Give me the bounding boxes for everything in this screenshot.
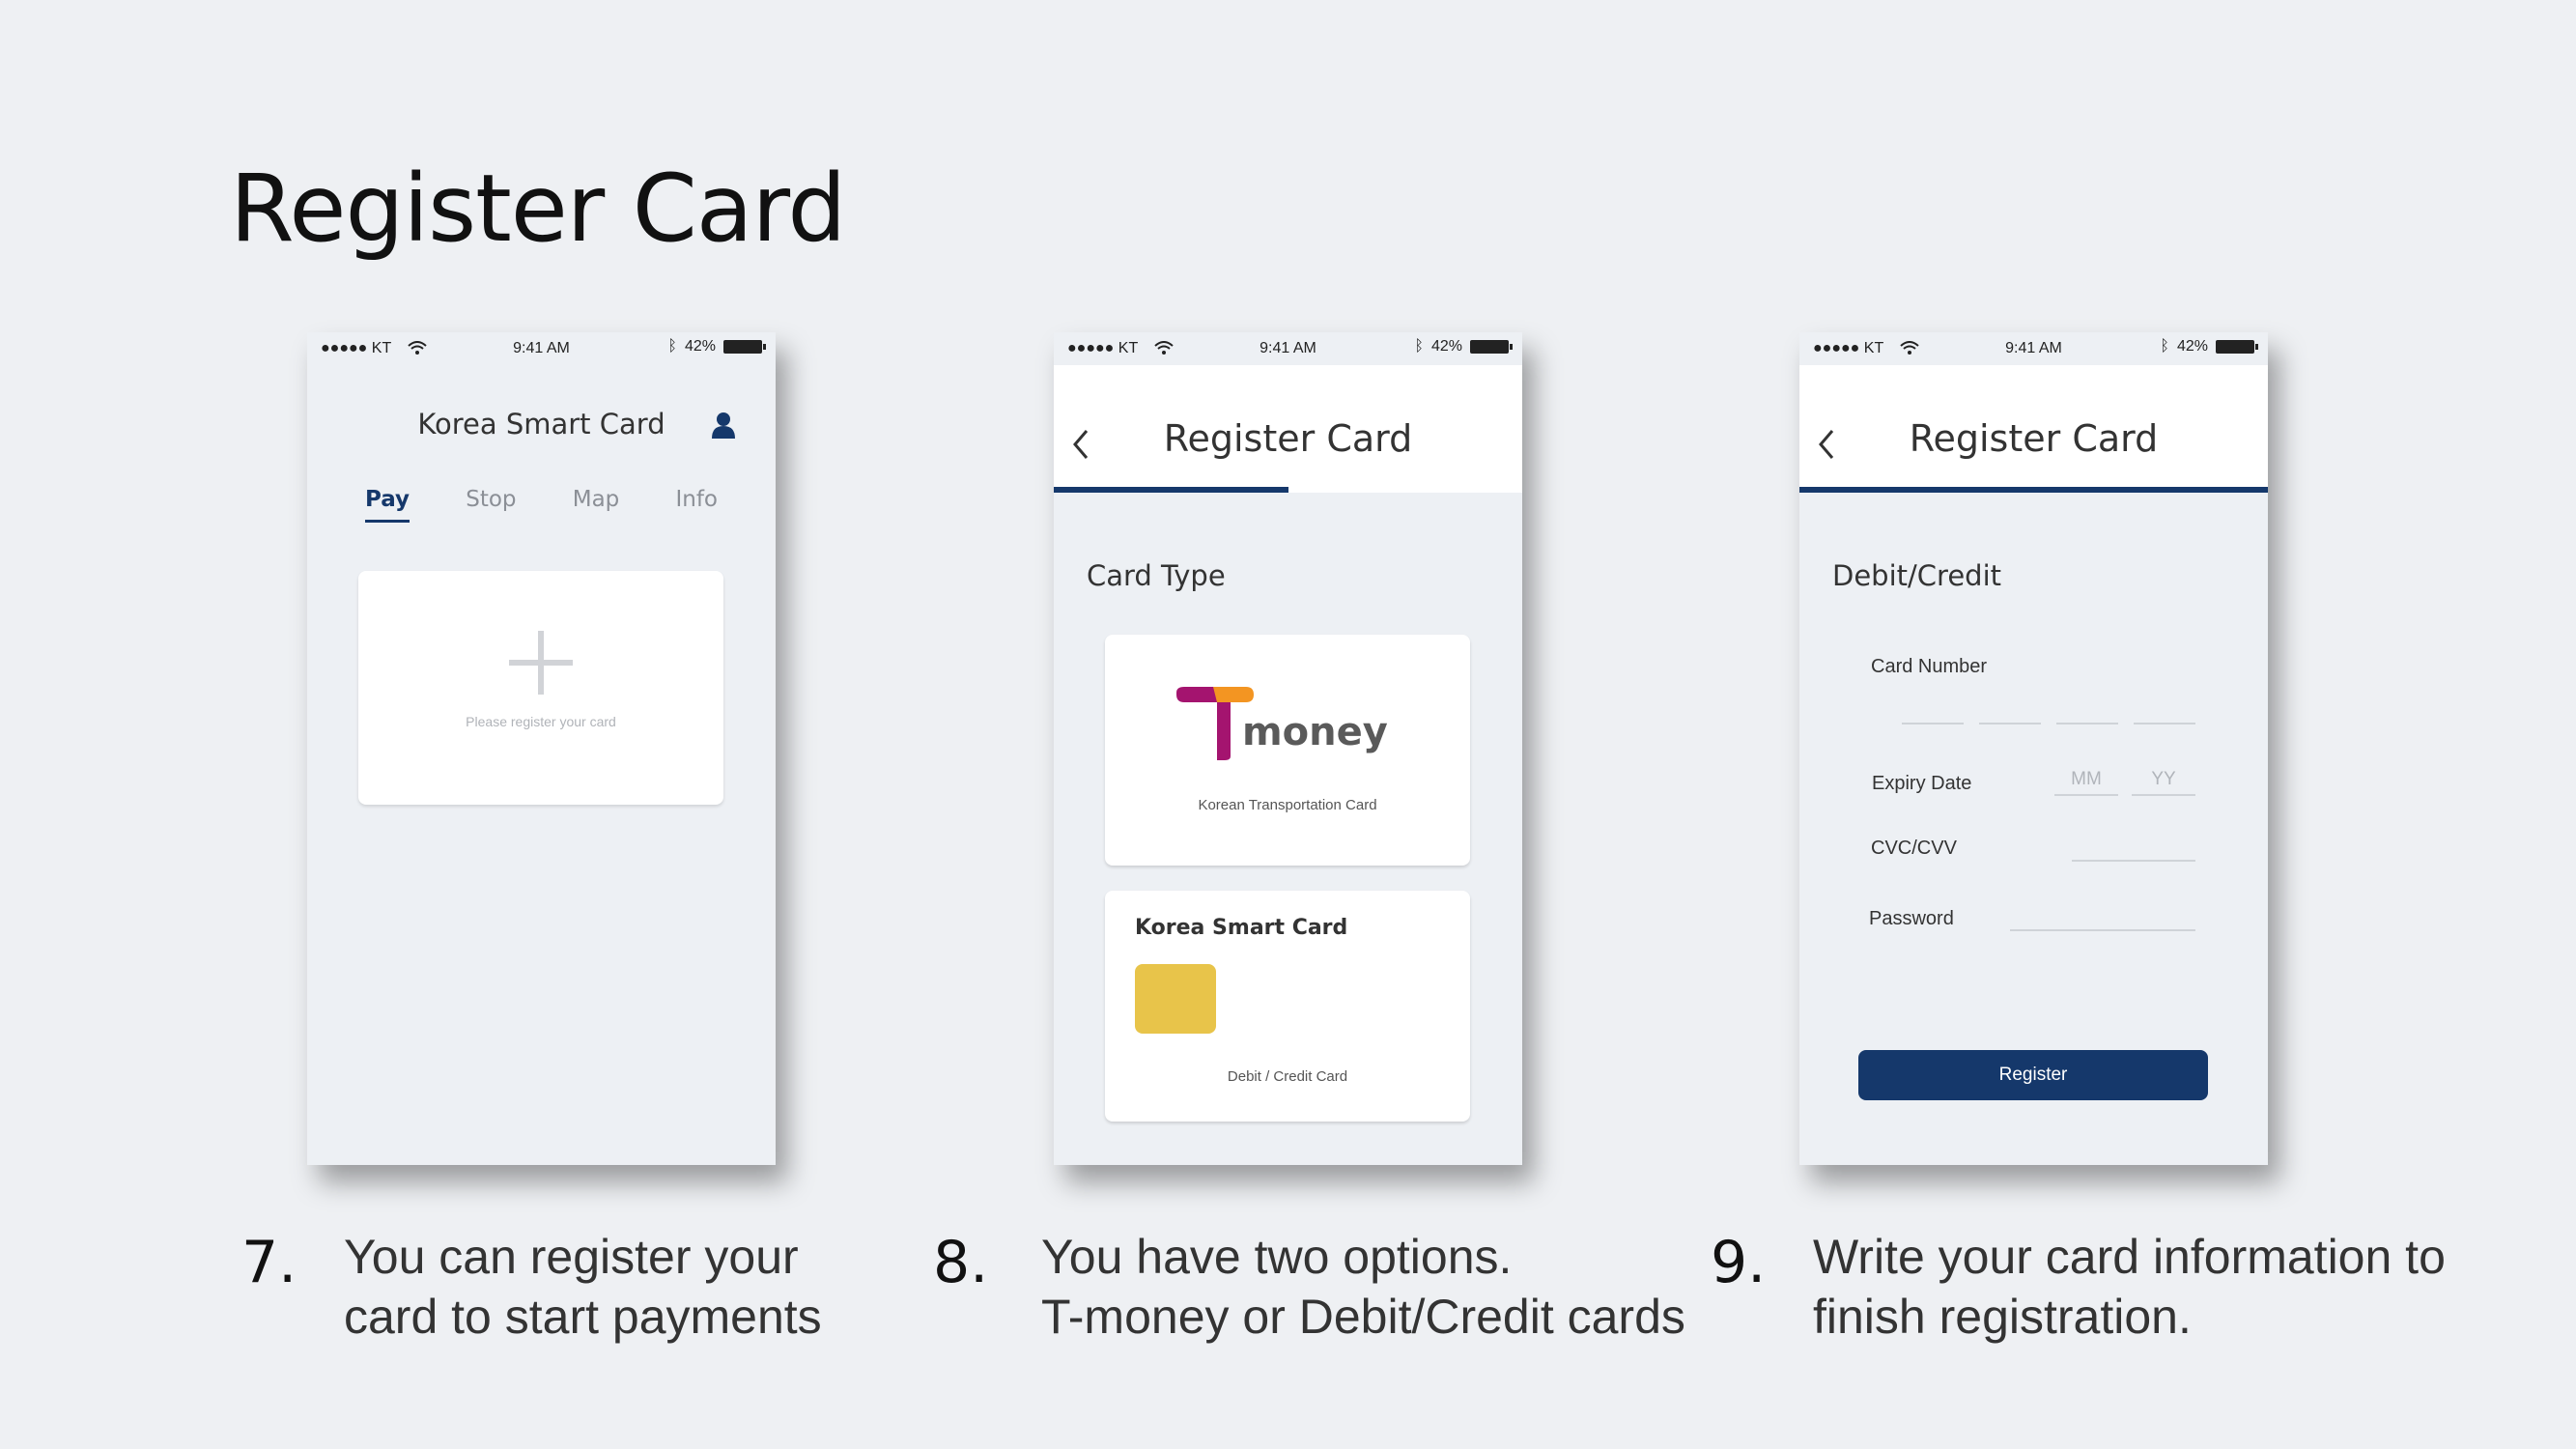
step-line: You can register your — [344, 1230, 799, 1284]
progress-track — [1288, 487, 1522, 493]
bluetooth-icon: ᛒ — [2160, 338, 2169, 355]
chip-icon — [1135, 964, 1216, 1034]
bluetooth-icon: ᛒ — [1414, 338, 1424, 355]
cvc-label: CVC/CVV — [1871, 838, 1957, 859]
section-label: Debit/Credit — [1832, 559, 2001, 592]
phone-screen-card-type: ●●●●● KT 9:41 AM ᛒ 42% Register Card Car… — [1054, 332, 1522, 1165]
battery-percent: 42% — [684, 338, 716, 355]
battery-percent: 42% — [1430, 338, 1462, 355]
battery-icon — [2216, 340, 2258, 354]
card-number-label: Card Number — [1871, 656, 1988, 677]
status-bar: ●●●●● KT 9:41 AM ᛒ 42% — [307, 332, 776, 365]
password-field[interactable] — [2010, 929, 2195, 931]
register-button[interactable]: Register — [1858, 1050, 2208, 1100]
app-title: Korea Smart Card — [417, 408, 665, 440]
step-description-9: Write your card information to finish re… — [1813, 1227, 2446, 1347]
battery-icon — [1470, 340, 1513, 354]
step-number-7: 7. — [241, 1229, 297, 1296]
card-number-field-4[interactable] — [2134, 723, 2195, 724]
battery-percent: 42% — [2176, 338, 2208, 355]
expiry-year-placeholder: YY — [2151, 769, 2176, 789]
svg-text:money: money — [1242, 710, 1388, 754]
tab-map[interactable]: Map — [573, 487, 620, 523]
tab-bar: Pay Stop Map Info — [365, 487, 718, 523]
expiry-year-field[interactable] — [2132, 794, 2195, 796]
tmoney-caption: Korean Transportation Card — [1198, 797, 1377, 813]
card-number-field-2[interactable] — [1979, 723, 2041, 724]
tab-info[interactable]: Info — [675, 487, 718, 523]
register-hint: Please register your card — [466, 714, 616, 729]
step-description-7: You can register your card to start paym… — [344, 1227, 822, 1347]
tmoney-logo: money — [1176, 687, 1388, 760]
expiry-month-field[interactable] — [2054, 794, 2118, 796]
bluetooth-icon: ᛒ — [667, 338, 677, 355]
step-line: T-money or Debit/Credit cards — [1041, 1290, 1685, 1344]
plus-icon — [509, 631, 573, 695]
card-number-field-1[interactable] — [1902, 723, 1964, 724]
card-caption: Debit / Credit Card — [1227, 1068, 1348, 1085]
password-label: Password — [1869, 908, 1954, 929]
step-number-8: 8. — [933, 1229, 989, 1296]
progress-bar — [1054, 487, 1288, 493]
phone-screen-card-form: ●●●●● KT 9:41 AM ᛒ 42% Register Card Deb… — [1799, 332, 2268, 1165]
status-bar: ●●●●● KT 9:41 AM ᛒ 42% — [1054, 332, 1522, 365]
step-description-8: You have two options. T-money or Debit/C… — [1041, 1227, 1685, 1347]
phone-screen-pay: ●●●●● KT 9:41 AM ᛒ 42% Korea Smart Card … — [307, 332, 776, 1165]
card-brand-label: Korea Smart Card — [1135, 916, 1348, 940]
step-line: card to start payments — [344, 1290, 822, 1344]
tab-pay[interactable]: Pay — [365, 487, 410, 523]
korea-smart-card-option[interactable]: Korea Smart Card Debit / Credit Card — [1105, 891, 1470, 1122]
slide-title: Register Card — [230, 155, 846, 263]
user-icon[interactable] — [712, 412, 735, 439]
step-line: finish registration. — [1813, 1290, 2192, 1344]
step-line: Write your card information to — [1813, 1230, 2446, 1284]
tmoney-card-option[interactable]: money Korean Transportation Card — [1105, 635, 1470, 866]
expiry-label: Expiry Date — [1872, 773, 1972, 794]
expiry-month-placeholder: MM — [2071, 769, 2102, 789]
card-number-field-3[interactable] — [2056, 723, 2118, 724]
battery-icon — [723, 340, 766, 354]
section-label: Card Type — [1087, 559, 1226, 592]
screen-title: Register Card — [1163, 417, 1413, 460]
step-number-9: 9. — [1711, 1229, 1767, 1296]
screen-title: Register Card — [1909, 417, 2159, 460]
tab-stop[interactable]: Stop — [466, 487, 516, 523]
register-card-button[interactable]: Please register your card — [358, 571, 723, 805]
status-bar: ●●●●● KT 9:41 AM ᛒ 42% — [1799, 332, 2268, 365]
cvc-field[interactable] — [2072, 860, 2195, 862]
step-line: You have two options. — [1041, 1230, 1513, 1284]
progress-bar — [1799, 487, 2268, 493]
